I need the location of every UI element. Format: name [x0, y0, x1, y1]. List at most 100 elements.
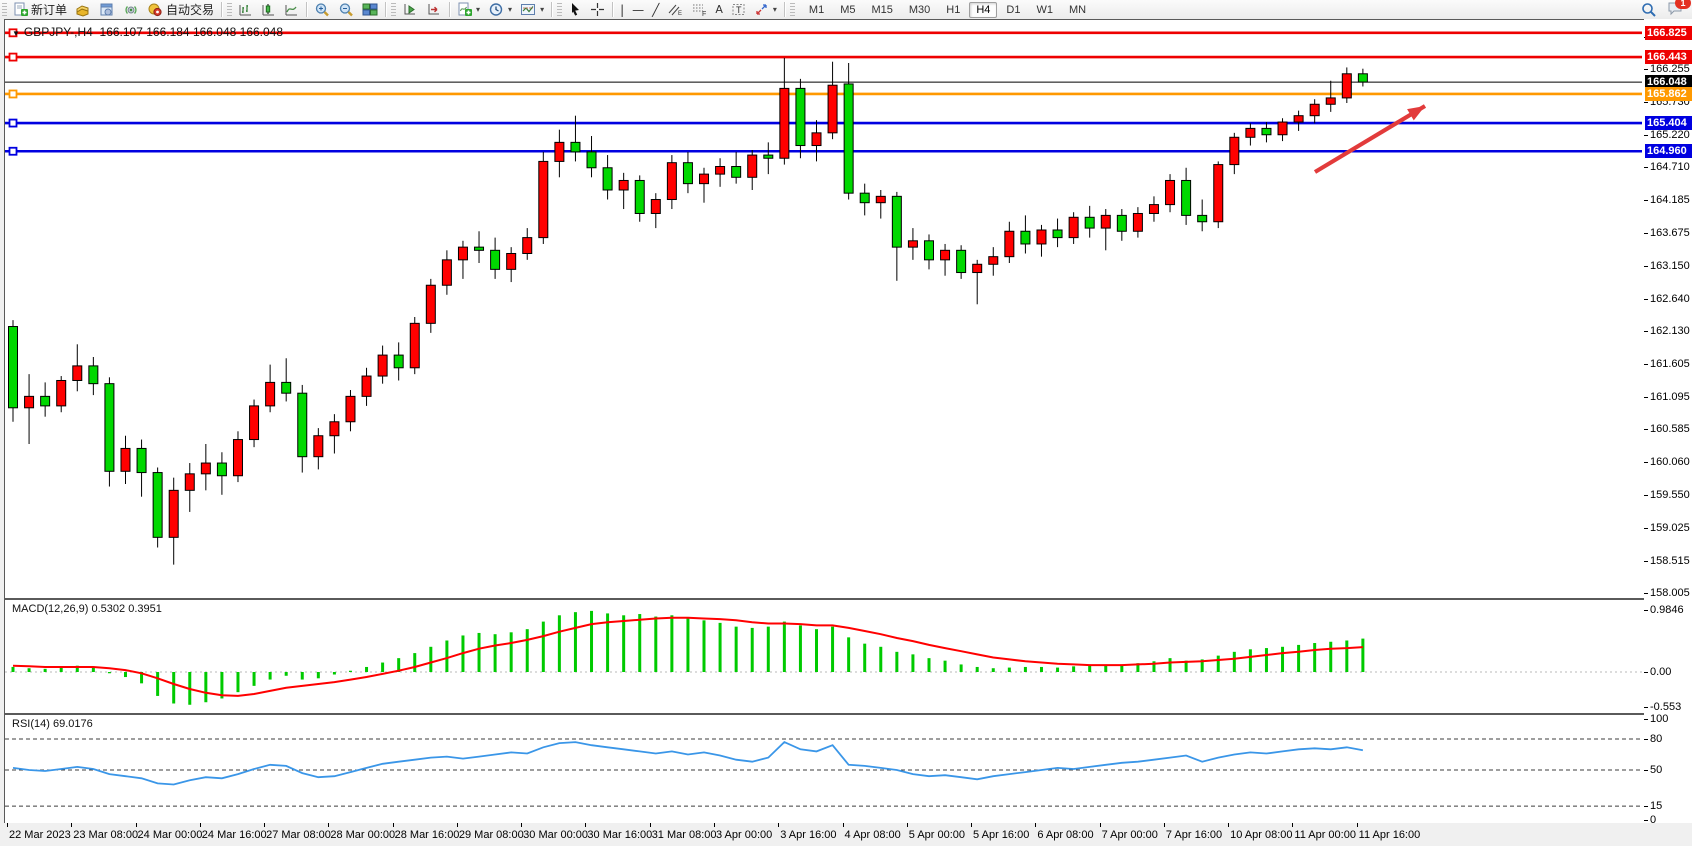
symbol-period: GBPJPY-,H4 [24, 25, 93, 39]
zoom-in-button[interactable] [310, 1, 334, 18]
indicators-dropdown-caret[interactable]: ▾ [476, 5, 480, 14]
level-line-handle[interactable] [10, 90, 17, 97]
level-line-handle[interactable] [10, 54, 17, 61]
timeframe-d1[interactable]: D1 [999, 2, 1027, 18]
price-tick-mark [1644, 610, 1648, 611]
new-order-icon [13, 2, 28, 17]
market-watch-button[interactable] [71, 1, 95, 18]
price-tick-label: 158.005 [1650, 587, 1690, 599]
time-tick-mark [585, 823, 586, 827]
price-axis[interactable]: 166.765166.255165.730165.220164.710164.1… [1644, 19, 1692, 823]
tile-windows-button[interactable] [358, 1, 382, 18]
price-tick-mark [1644, 739, 1648, 740]
time-tick-mark [136, 823, 137, 827]
text-label-tool[interactable]: T [727, 1, 750, 18]
autotrading-button[interactable]: 自动交易 [143, 1, 218, 18]
autotrading-label: 自动交易 [166, 1, 214, 18]
timeframe-w1[interactable]: W1 [1029, 2, 1060, 18]
periods-dropdown-caret[interactable]: ▾ [508, 5, 512, 14]
time-tick-label: 5 Apr 16:00 [973, 829, 1029, 841]
data-window-button[interactable] [95, 1, 119, 18]
price-tick-label: 0.00 [1650, 666, 1671, 678]
price-tick-label: 162.640 [1650, 293, 1690, 305]
price-tick-mark [1644, 561, 1648, 562]
templates-button[interactable]: ▾ [516, 1, 548, 18]
price-chart-canvas[interactable] [5, 20, 1642, 596]
time-axis[interactable]: 22 Mar 202323 Mar 08:0024 Mar 00:0024 Ma… [4, 823, 1692, 846]
text-tool[interactable]: A [711, 1, 727, 18]
price-tick-label: 163.150 [1650, 260, 1690, 272]
rsi-pane[interactable]: RSI(14) 69.0176 [4, 714, 1645, 824]
templates-dropdown-caret[interactable]: ▾ [540, 5, 544, 14]
one-click-trading-toggle[interactable]: ▼ [12, 29, 20, 38]
macd-canvas[interactable] [5, 600, 1642, 711]
timeframe-m15[interactable]: M15 [864, 2, 899, 18]
timeframe-m1[interactable]: M1 [802, 2, 831, 18]
trendline-tool[interactable]: ╱ [648, 1, 663, 18]
fibonacci-tool[interactable]: F [687, 1, 711, 18]
zoom-out-button[interactable] [334, 1, 358, 18]
time-tick-mark [843, 823, 844, 827]
rsi-canvas[interactable] [5, 715, 1642, 821]
vertical-line-tool[interactable]: | [616, 1, 628, 18]
price-tick-mark [1644, 167, 1648, 168]
timeframe-h4[interactable]: H4 [969, 2, 997, 18]
price-tick-label: 161.095 [1650, 391, 1690, 403]
search-icon[interactable] [1641, 2, 1657, 18]
rsi-label: RSI(14) 69.0176 [12, 718, 93, 730]
time-tick-mark [778, 823, 779, 827]
time-tick-mark [714, 823, 715, 827]
notifications-button[interactable]: 1 [1667, 1, 1684, 19]
arrows-dropdown-caret[interactable]: ▾ [773, 5, 777, 14]
time-tick-label: 30 Mar 00:00 [523, 829, 588, 841]
equidistant-channel-tool[interactable]: E [663, 1, 687, 18]
cursor-tool-button[interactable] [564, 1, 586, 18]
time-tick-mark [1100, 823, 1101, 827]
time-tick-mark [1292, 823, 1293, 827]
price-tick-mark [1644, 495, 1648, 496]
new-order-button[interactable]: 新订单 [9, 1, 71, 18]
rsi-value: 69.0176 [53, 718, 93, 730]
chart-shift-button[interactable] [422, 1, 446, 18]
price-tick-mark [1644, 233, 1648, 234]
price-tick-mark [1644, 102, 1648, 103]
auto-scroll-button[interactable] [398, 1, 422, 18]
trend-arrow[interactable] [1315, 106, 1425, 172]
price-tick-mark [1644, 364, 1648, 365]
time-tick-mark [1164, 823, 1165, 827]
arrows-tool[interactable]: ▾ [750, 1, 781, 18]
navigator-button[interactable] [119, 1, 143, 18]
price-tick-mark [1644, 806, 1648, 807]
svg-text:E: E [678, 11, 682, 17]
timeframe-m30[interactable]: M30 [902, 2, 937, 18]
level-line-handle[interactable] [10, 120, 17, 127]
macd-pane[interactable]: MACD(12,26,9) 0.5302 0.3951 [4, 599, 1645, 714]
time-tick-label: 7 Apr 16:00 [1166, 829, 1222, 841]
toolbar-grip[interactable] [2, 3, 7, 16]
horizontal-line-tool[interactable]: — [628, 1, 648, 18]
candlestick-chart-button[interactable] [257, 1, 280, 18]
svg-text:F: F [702, 11, 706, 17]
time-tick-label: 29 Mar 08:00 [459, 829, 524, 841]
timeframe-h1[interactable]: H1 [939, 2, 967, 18]
indicators-button[interactable]: ▾ [453, 1, 484, 18]
time-tick-mark [907, 823, 908, 827]
bar-chart-button[interactable] [234, 1, 257, 18]
chart-title: ▼GBPJPY-,H4 166.107 166.184 166.048 166.… [12, 25, 283, 39]
time-tick-mark [7, 823, 8, 827]
crosshair-tool-button[interactable] [586, 1, 609, 18]
level-price-badge: 166.443 [1645, 50, 1692, 64]
time-tick-label: 3 Apr 00:00 [716, 829, 772, 841]
time-tick-label: 24 Mar 00:00 [138, 829, 203, 841]
level-price-badge: 165.404 [1645, 116, 1692, 130]
level-price-badge: 164.960 [1645, 144, 1692, 158]
line-chart-button[interactable] [280, 1, 303, 18]
timeframe-m5[interactable]: M5 [833, 2, 862, 18]
chart-shift-icon [426, 2, 442, 17]
time-tick-mark [650, 823, 651, 827]
timeframe-mn[interactable]: MN [1062, 2, 1093, 18]
price-tick-mark [1644, 707, 1648, 708]
price-pane[interactable]: ▼GBPJPY-,H4 166.107 166.184 166.048 166.… [4, 19, 1645, 599]
periods-button[interactable]: ▾ [484, 1, 516, 18]
level-line-handle[interactable] [10, 148, 17, 155]
